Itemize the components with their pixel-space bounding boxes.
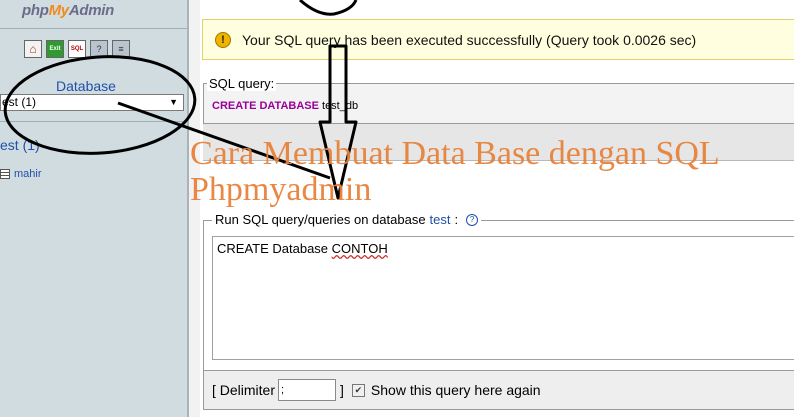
table-icon: [0, 169, 10, 179]
navigation-frame: phpMyAdmin ⌂ Exit SQL ? ≡ Database est (…: [0, 0, 187, 417]
help-icon[interactable]: ?: [90, 40, 108, 58]
home-icon[interactable]: ⌂: [24, 40, 42, 58]
success-notice: ! Your SQL query has been executed succe…: [202, 19, 794, 60]
database-link[interactable]: est (1): [0, 137, 40, 153]
watermark-line-1: Cara Membuat Data Base dengan SQL: [190, 135, 720, 172]
frame-gap: [189, 0, 200, 417]
annotation-top-circle: [299, 0, 358, 16]
notice-icon: !: [215, 31, 231, 48]
query-text: CREATE Database: [217, 241, 332, 256]
delimiter-label: [ Delimiter: [212, 382, 276, 398]
docs-icon[interactable]: ≡: [112, 40, 130, 58]
watermark-text: Cara Membuat Data Base dengan SQL Phpmya…: [190, 136, 790, 208]
sql-query-legend: SQL query:: [207, 76, 277, 91]
table-name[interactable]: mahir: [14, 168, 42, 180]
query-text-misspelled: CONTOH: [331, 241, 388, 256]
show-query-label[interactable]: Show this query here again: [371, 382, 541, 398]
table-list-item[interactable]: mahir: [0, 168, 42, 180]
database-label: Database: [56, 78, 116, 94]
help-icon[interactable]: ?: [466, 213, 479, 226]
legend-colon: :: [454, 212, 459, 227]
delimiter-bar: [ Delimiter ; ] ✔ Show this query here a…: [203, 370, 794, 410]
executed-sql: CREATE DATABASE test_db: [212, 100, 358, 112]
phpmyadmin-logo[interactable]: phpMyAdmin: [22, 2, 114, 19]
run-query-legend-text: Run SQL query/queries on database: [215, 212, 426, 227]
database-name-link[interactable]: test: [430, 212, 451, 227]
database-select-value: est (1): [2, 95, 37, 109]
watermark-line-2: Phpmyadmin: [190, 171, 372, 208]
database-select[interactable]: est (1) ▼: [0, 94, 184, 111]
sql-rest: test_db: [318, 100, 359, 112]
divider: [0, 28, 187, 29]
dropdown-arrow-icon: ▼: [169, 97, 178, 107]
divider: [0, 121, 187, 122]
delimiter-input[interactable]: ;: [278, 379, 337, 401]
exit-icon[interactable]: Exit: [46, 40, 64, 58]
run-query-legend: Run SQL query/queries on database test: …: [212, 212, 482, 227]
sql-keyword: CREATE DATABASE: [212, 100, 319, 112]
show-query-checkbox[interactable]: ✔: [351, 383, 365, 397]
sql-icon[interactable]: SQL: [68, 40, 86, 58]
success-message: Your SQL query has been executed success…: [242, 31, 697, 48]
delimiter-close: ]: [340, 382, 344, 398]
sql-query-textarea[interactable]: CREATE Database CONTOH: [212, 236, 794, 360]
nav-icon-toolbar: ⌂ Exit SQL ? ≡: [24, 40, 130, 60]
